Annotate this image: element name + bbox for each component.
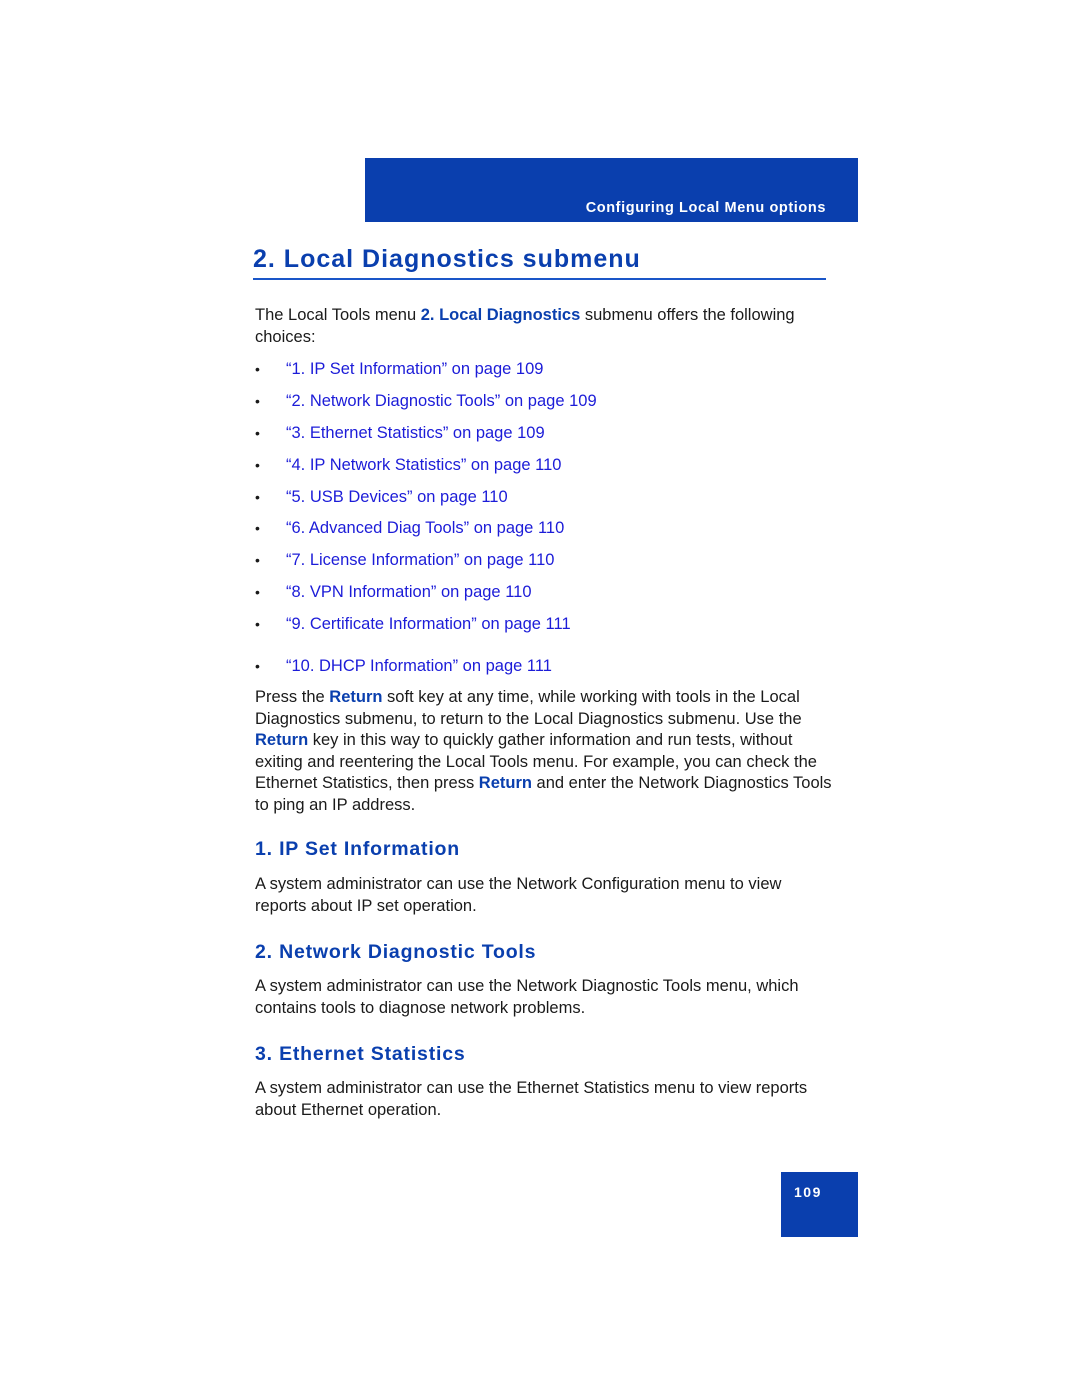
section-text-ethernet-statistics: A system administrator can use the Ether… [255, 1079, 808, 1119]
intro-paragraph: The Local Tools menu 2. Local Diagnostic… [255, 305, 835, 348]
bullet-icon: • [255, 393, 260, 409]
section-heading-ethernet-statistics: 3. Ethernet Statistics [255, 1043, 466, 1065]
choice-link-network-diagnostic-tools[interactable]: “2. Network Diagnostic Tools” on page 10… [286, 391, 597, 411]
section-heading-ip-set-information: 1. IP Set Information [255, 838, 460, 860]
section-label: Configuring Local Menu options [585, 200, 826, 216]
page-number: 109 [794, 1184, 822, 1200]
page-title: 2. Local Diagnostics submenu [253, 244, 826, 280]
choice-link-dhcp-information[interactable]: “10. DHCP Information” on page 111 [286, 656, 552, 676]
return-paragraph: Press the Return soft key at any time, w… [255, 687, 835, 816]
bullet-icon: • [255, 425, 260, 441]
bullet-icon: • [255, 584, 260, 600]
section-header-bar: Configuring Local Menu options [365, 158, 858, 222]
bullet-icon: • [255, 552, 260, 568]
choice-link-ethernet-statistics[interactable]: “3. Ethernet Statistics” on page 109 [286, 423, 545, 443]
bullet-icon: • [255, 520, 260, 536]
section-text-network-diagnostic-tools: A system administrator can use the Netwo… [255, 977, 799, 1017]
section-text-ip-set-information: A system administrator can use the Netwo… [255, 875, 782, 915]
choice-link-certificate-information[interactable]: “9. Certificate Information” on page 111 [286, 614, 571, 634]
page-number-box: 109 [781, 1172, 858, 1237]
choice-link-ip-set-information[interactable]: “1. IP Set Information” on page 109 [286, 359, 543, 379]
bullet-icon: • [255, 361, 260, 377]
intro-emphasis: 2. Local Diagnostics [420, 306, 581, 324]
return-key-label: Return [329, 688, 383, 706]
return-key-label: Return [255, 731, 309, 749]
return-text-1: Press the [255, 688, 330, 706]
choice-link-license-information[interactable]: “7. License Information” on page 110 [286, 550, 554, 570]
choice-link-advanced-diag-tools[interactable]: “6. Advanced Diag Tools” on page 110 [286, 518, 564, 538]
bullet-icon: • [255, 489, 260, 505]
section-heading-network-diagnostic-tools: 2. Network Diagnostic Tools [255, 941, 537, 963]
choice-link-vpn-information[interactable]: “8. VPN Information” on page 110 [286, 582, 532, 602]
bullet-icon: • [255, 658, 260, 674]
return-key-label: Return [478, 774, 532, 792]
bullet-icon: • [255, 616, 260, 632]
choice-link-usb-devices[interactable]: “5. USB Devices” on page 110 [286, 487, 508, 507]
bullet-icon: • [255, 457, 260, 473]
intro-text-before: The Local Tools menu [255, 306, 421, 324]
choice-link-ip-network-statistics[interactable]: “4. IP Network Statistics” on page 110 [286, 455, 561, 475]
